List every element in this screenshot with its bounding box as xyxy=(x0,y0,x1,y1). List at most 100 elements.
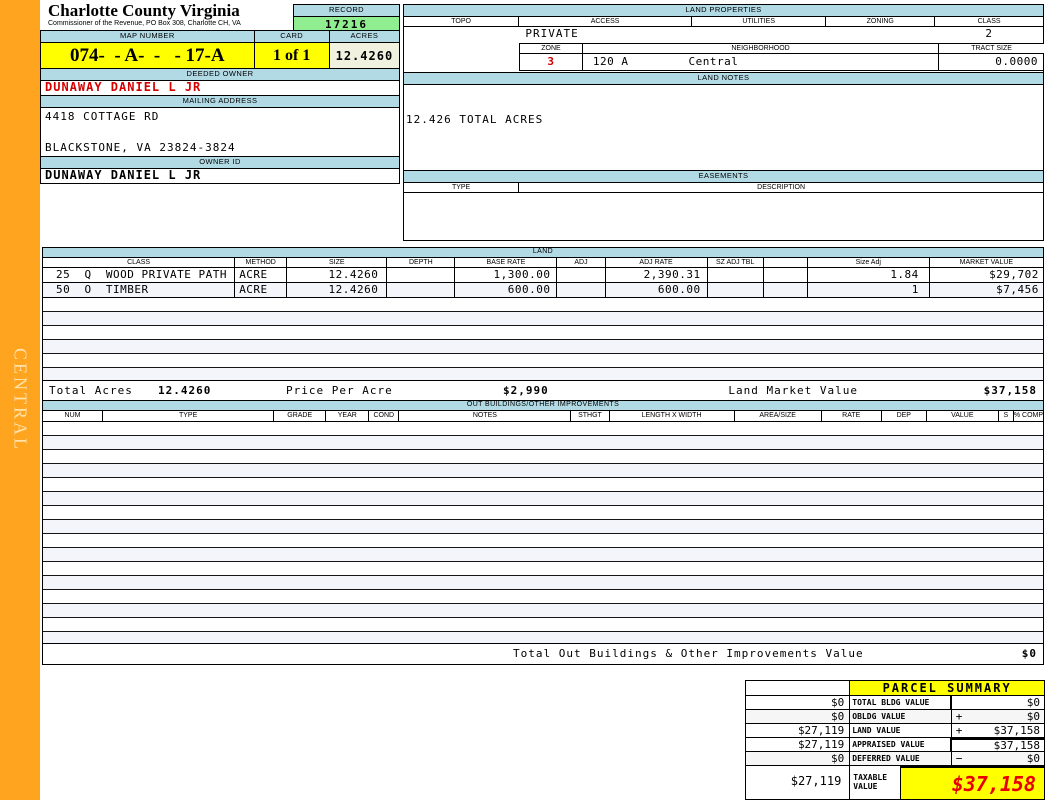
ps-row-taxable: $27,119 TAXABLE VALUE $37,158 xyxy=(746,766,1044,799)
neighborhood-sidebar: CENTRAL xyxy=(0,0,40,800)
map-number-label: MAP NUMBER xyxy=(40,30,255,43)
land-col-base-rate: BASE RATE xyxy=(455,258,557,268)
price-per-acre-value: $2,990 xyxy=(503,384,549,397)
total-acres-value: 12.4260 xyxy=(158,384,211,397)
record-label: RECORD xyxy=(293,4,400,17)
acres-label: ACRES xyxy=(330,30,400,43)
card-value: 1 of 1 xyxy=(255,43,330,71)
ob-col-year: YEAR xyxy=(326,411,369,422)
cell-adj-rate: 2,390.31 xyxy=(606,268,708,282)
land-properties-title: LAND PROPERTIES xyxy=(403,4,1044,17)
cell-method: ACRE xyxy=(235,268,287,282)
col-topo: TOPO xyxy=(404,17,519,27)
owner-block: DEEDED OWNER DUNAWAY DANIEL L JR MAILING… xyxy=(40,68,400,184)
total-acres-label: Total Acres xyxy=(49,384,133,397)
access-value: PRIVATE xyxy=(525,27,578,40)
ps-value: $0 xyxy=(967,696,1044,709)
ps-operator xyxy=(952,738,967,751)
cell-sz-adj-tbl xyxy=(708,283,764,297)
ps-operator xyxy=(952,696,967,709)
land-col-class: CLASS xyxy=(43,258,235,268)
land-row: 25 Q WOOD PRIVATE PATH ACRE 12.4260 1,30… xyxy=(42,268,1044,283)
easements-empty-area xyxy=(403,193,1044,241)
col-utilities: UTILITIES xyxy=(692,17,826,27)
neighborhood-code: 120 A xyxy=(583,54,629,70)
easements-title: EASEMENTS xyxy=(403,170,1044,183)
ps-row-total-bldg: $0 TOTAL BLDG VALUE $0 xyxy=(746,696,1044,710)
ob-col-cond: COND xyxy=(369,411,399,422)
out-buildings-section: OUT BUILDINGS/OTHER IMPROVEMENTS NUM TYP… xyxy=(42,400,1044,665)
ps-taxable-value: $37,158 xyxy=(901,766,1044,799)
ps-taxable-label: TAXABLE VALUE xyxy=(850,766,901,799)
owner-id-value: DUNAWAY DANIEL L JR xyxy=(40,169,400,184)
ob-col-dep: DEP xyxy=(882,411,927,422)
land-notes-text: 12.426 TOTAL ACRES xyxy=(406,113,543,126)
ps-operator: + xyxy=(952,724,967,737)
cell-depth xyxy=(387,283,455,297)
tract-size-value: 0.0000 xyxy=(939,54,1044,70)
map-number-value: 074- - A- - - 17-A xyxy=(40,43,255,71)
ob-col-area-size: AREA/SIZE xyxy=(735,411,822,422)
cell-size: 12.4260 xyxy=(287,283,387,297)
land-col-adj: ADJ xyxy=(557,258,605,268)
easement-type-label: TYPE xyxy=(404,183,519,193)
ps-row-land: $27,119 LAND VALUE + $37,158 xyxy=(746,724,1044,738)
ps-header-spacer xyxy=(746,681,850,695)
land-properties-section: LAND PROPERTIES TOPO ACCESS UTILITIES ZO… xyxy=(403,4,1044,81)
land-market-value-total: $37,158 xyxy=(984,384,1037,397)
cell-class: 50 O TIMBER xyxy=(43,283,235,297)
tract-size-label: TRACT SIZE xyxy=(939,44,1044,54)
out-buildings-total-row: Total Out Buildings & Other Improvements… xyxy=(42,643,1044,665)
commissioner-subtitle: Commissioner of the Revenue, PO Box 308,… xyxy=(48,20,292,28)
cell-adj-rate: 600.00 xyxy=(606,283,708,297)
cell-sz-adj-tbl xyxy=(708,268,764,282)
easement-description-label: DESCRIPTION xyxy=(519,183,1044,193)
neighborhood-label: NEIGHBORHOOD xyxy=(583,44,939,54)
mailing-address-label: MAILING ADDRESS xyxy=(40,96,400,108)
land-col-sz-adj-tbl: SZ ADJ TBL xyxy=(708,258,764,268)
out-buildings-empty-rows xyxy=(42,422,1044,643)
col-class: CLASS xyxy=(935,17,1044,27)
cell-blank xyxy=(764,283,808,297)
ps-value: $0 xyxy=(967,710,1044,723)
zone-label: ZONE xyxy=(520,44,583,54)
class-value: 2 xyxy=(934,27,1043,40)
ps-taxable-prior: $27,119 xyxy=(746,766,850,799)
cell-base-rate: 1,300.00 xyxy=(455,268,557,282)
cell-size-adj: 1 xyxy=(808,283,930,297)
land-col-depth: DEPTH xyxy=(387,258,455,268)
ob-col-sthgt: STHGT xyxy=(571,411,609,422)
easements-section: EASEMENTS TYPE DESCRIPTION xyxy=(403,170,1044,241)
county-title: Charlotte County Virginia xyxy=(48,2,292,20)
out-buildings-total-value: $0 xyxy=(1022,647,1037,660)
card-label: CARD xyxy=(255,30,330,43)
ob-col-value: VALUE xyxy=(927,411,999,422)
ob-col-s: S xyxy=(999,411,1014,422)
land-title: LAND xyxy=(42,247,1044,258)
neighborhood-value: 120 A Central xyxy=(583,54,939,70)
land-col-market-value: MARKET VALUE xyxy=(930,258,1044,268)
land-col-size: SIZE xyxy=(287,258,387,268)
land-col-blank xyxy=(764,258,808,268)
property-record-card: CENTRAL Charlotte County Virginia Commis… xyxy=(0,0,1050,800)
ps-label: LAND VALUE xyxy=(850,724,951,737)
ps-prior-value: $27,119 xyxy=(746,738,850,751)
ps-value: $37,158 xyxy=(967,724,1044,737)
cell-market-value: $29,702 xyxy=(930,268,1044,282)
land-market-value-label: Land Market Value xyxy=(728,384,858,397)
land-section: LAND CLASS METHOD SIZE DEPTH BASE RATE A… xyxy=(42,247,1044,403)
col-zoning: ZONING xyxy=(826,17,935,27)
ob-col-notes: NOTES xyxy=(399,411,571,422)
cell-blank xyxy=(764,268,808,282)
cell-market-value: $7,456 xyxy=(930,283,1044,297)
ps-label: DEFERRED VALUE xyxy=(850,752,951,765)
land-notes-section: LAND NOTES 12.426 TOTAL ACRES xyxy=(403,72,1044,171)
parcel-summary-title: PARCEL SUMMARY xyxy=(850,681,1044,695)
out-buildings-total-label: Total Out Buildings & Other Improvements… xyxy=(513,647,864,660)
cell-method: ACRE xyxy=(235,283,287,297)
price-per-acre-label: Price Per Acre xyxy=(286,384,393,397)
ob-col-type: TYPE xyxy=(103,411,274,422)
ps-label: APPRAISED VALUE xyxy=(850,738,951,751)
ps-operator: + xyxy=(952,710,967,723)
ps-value: $37,158 xyxy=(967,738,1044,751)
